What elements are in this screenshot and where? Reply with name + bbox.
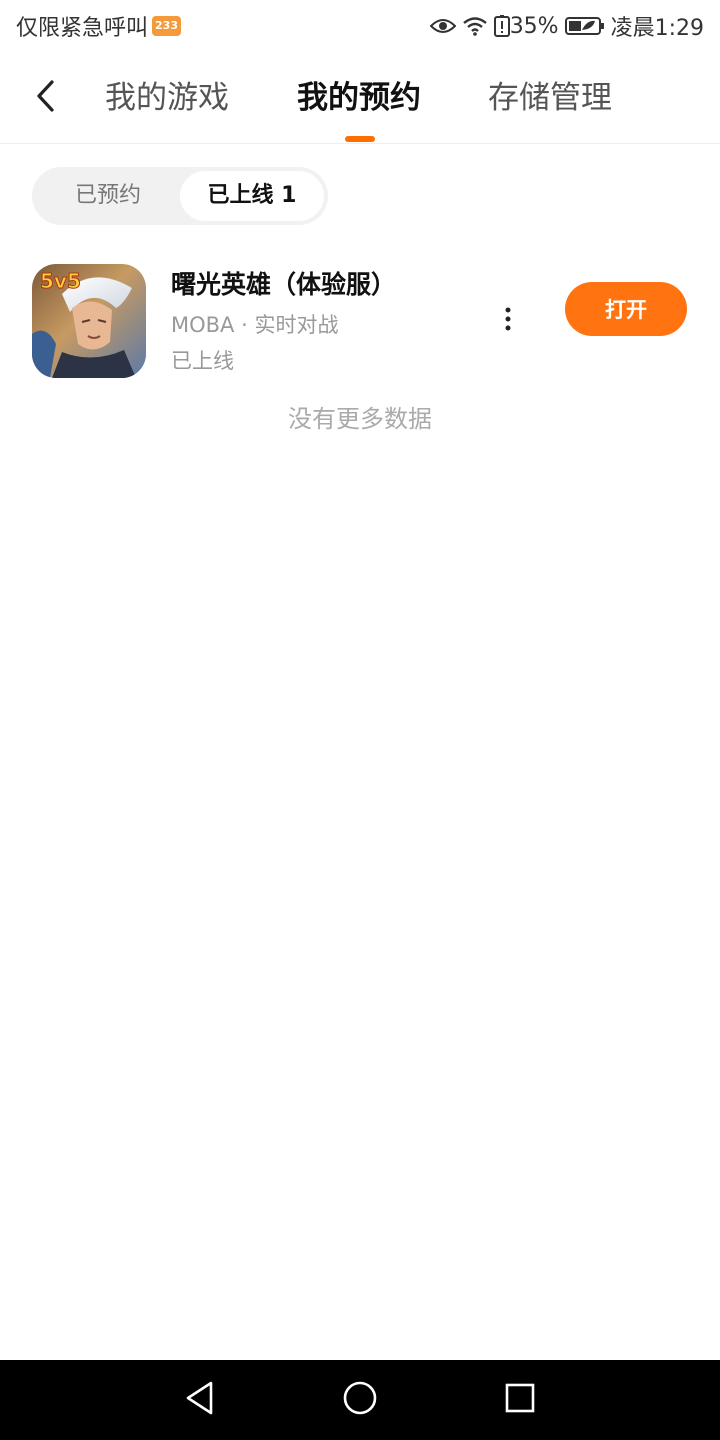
list-item[interactable]: 5v5 曙光英雄（体验服） MOBA · 实时对战 已上线 打开 [0, 262, 720, 382]
triangle-back-icon [183, 1380, 217, 1420]
status-bar: 仅限紧急呼叫 233 35% 凌晨1:29 [0, 0, 720, 50]
no-more-data-text: 没有更多数据 [288, 405, 432, 433]
system-nav-bar [0, 1360, 720, 1440]
game-status: 已上线 [171, 349, 234, 373]
chevron-left-icon [34, 79, 58, 117]
game-icon-badge: 5v5 [40, 269, 81, 293]
nav-recent-button[interactable] [500, 1380, 540, 1420]
filter-reserved[interactable]: 已预约 [36, 171, 180, 221]
open-button[interactable]: 打开 [565, 282, 687, 336]
nav-back-button[interactable] [180, 1380, 220, 1420]
carrier-status: 仅限紧急呼叫 233 [16, 10, 181, 42]
game-icon[interactable]: 5v5 [32, 264, 146, 378]
battery-percent: 35% [509, 13, 559, 39]
clock: 凌晨1:29 [610, 16, 704, 41]
square-recent-icon [504, 1382, 536, 1418]
tab-my-reservations[interactable]: 我的预约 [297, 78, 421, 118]
notification-badge: 233 [152, 16, 181, 36]
wifi-icon [462, 16, 488, 36]
system-indicators: 35% 凌晨1:29 [429, 10, 704, 42]
carrier-text: 仅限紧急呼叫 [16, 16, 149, 41]
battery-icon [564, 16, 605, 36]
reservation-filter: 已预约 已上线 1 [32, 167, 328, 225]
more-vertical-icon [505, 307, 511, 335]
eye-icon [429, 17, 456, 35]
filter-launched[interactable]: 已上线 1 [180, 171, 324, 221]
active-tab-indicator [345, 136, 375, 142]
circle-home-icon [342, 1380, 378, 1420]
game-subtitle: MOBA · 实时对战 [171, 313, 339, 337]
tab-storage[interactable]: 存储管理 [488, 78, 612, 118]
more-button[interactable] [494, 302, 522, 340]
nav-home-button[interactable] [340, 1380, 380, 1420]
back-button[interactable] [24, 76, 68, 120]
battery-saver-icon [493, 15, 510, 37]
top-nav: 我的游戏 我的预约 存储管理 [0, 50, 720, 144]
game-title[interactable]: 曙光英雄（体验服） [171, 268, 396, 302]
tab-my-games[interactable]: 我的游戏 [105, 78, 229, 118]
